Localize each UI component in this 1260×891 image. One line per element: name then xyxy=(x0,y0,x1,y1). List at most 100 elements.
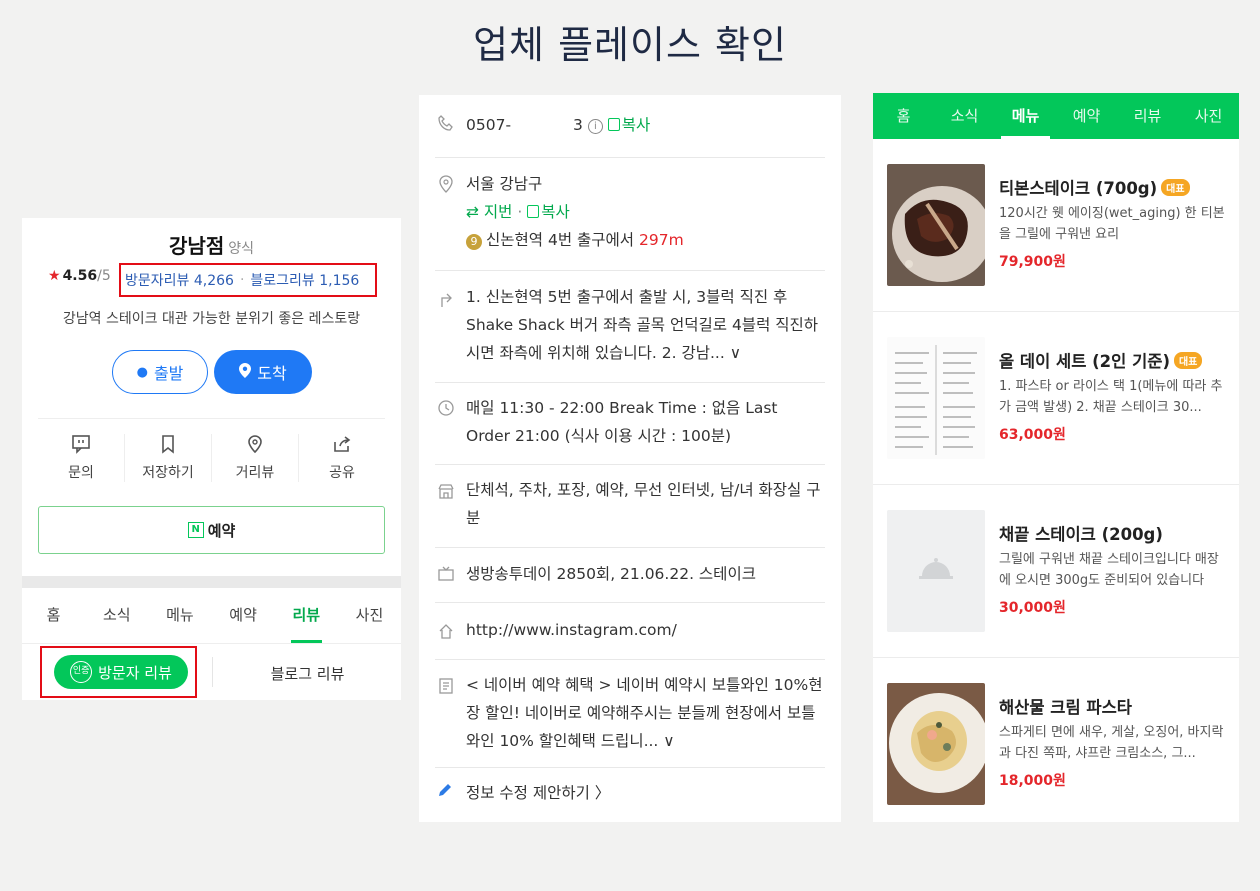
tab-photos[interactable]: 사진 xyxy=(338,588,401,643)
star-icon: ★ xyxy=(48,268,61,284)
metro-distance: 297m xyxy=(639,231,684,249)
visitor-review-link[interactable]: 방문자리뷰 4,266 xyxy=(125,270,234,290)
blog-review-tab[interactable]: 블로그 리뷰 xyxy=(214,663,401,684)
separator: · xyxy=(239,272,245,288)
menu-price: 79,900원 xyxy=(999,254,1066,270)
menu-name: 올 데이 세트 (2인 기준) 대표 xyxy=(999,348,1203,372)
tab-reservation[interactable]: 예약 xyxy=(212,588,275,643)
signature-badge: 대표 xyxy=(1161,179,1190,196)
menu-photo-placeholder xyxy=(887,510,985,632)
tab-menu[interactable]: 메뉴 xyxy=(995,93,1056,139)
copy-icon xyxy=(607,118,620,131)
page-title: 업체 플레이스 확인 xyxy=(473,23,787,67)
menu-panel: 홈 소식 메뉴 예약 리뷰 사진 티본스테이크 (700g) 대표 120시간 웻… xyxy=(873,93,1239,822)
masked-digits xyxy=(511,115,574,136)
tab-reservation[interactable]: 예약 xyxy=(1056,93,1117,139)
copy-address-button[interactable]: 복사 xyxy=(527,203,570,221)
facilities-text: 단체석, 주차, 포장, 예약, 무선 인터넷, 남/녀 화장실 구분 xyxy=(466,481,821,527)
reserve-button[interactable]: N 예약 xyxy=(38,506,385,554)
depart-button[interactable]: ● 출발 xyxy=(112,350,208,394)
facilities-row: 단체석, 주차, 포장, 예약, 무선 인터넷, 남/녀 화장실 구분 xyxy=(435,465,825,548)
menu-name: 해산물 크림 파스타 xyxy=(999,698,1132,717)
certified-icon: 인증 xyxy=(70,661,93,683)
place-description: 강남역 스테이크 대관 가능한 분위기 좋은 레스토랑 xyxy=(62,311,361,327)
menu-description: 스파게티 면에 새우, 게살, 오징어, 바지락과 다진 쪽파, 샤프란 크림소… xyxy=(999,725,1224,761)
inquiry-button[interactable]: 문의 xyxy=(38,434,124,482)
copy-label: 복사 xyxy=(541,203,570,221)
tab-reviews[interactable]: 리뷰 xyxy=(275,588,338,643)
tv-text: 생방송투데이 2850회, 21.06.22. 스테이크 xyxy=(466,565,756,583)
store-icon xyxy=(437,483,455,503)
share-button[interactable]: 공유 xyxy=(298,434,385,482)
tab-menu[interactable]: 메뉴 xyxy=(148,588,211,643)
action-label: 문의 xyxy=(68,465,94,481)
street-view-button[interactable]: 거리뷰 xyxy=(211,434,298,482)
blog-review-link[interactable]: 블로그리뷰 1,156 xyxy=(250,270,359,290)
menu-price: 63,000원 xyxy=(999,427,1066,443)
metro-text: 신논현역 4번 출구에서 xyxy=(486,231,635,249)
metro-line-badge: 9 xyxy=(466,234,482,250)
place-header: 강남점 양식 xyxy=(22,218,401,258)
location-pin-icon xyxy=(239,362,252,382)
place-category: 양식 xyxy=(228,241,254,257)
phone-number-end: 3 xyxy=(573,116,583,134)
action-label: 공유 xyxy=(329,465,355,481)
menu-description: 그릴에 구워낸 채끝 스테이크입니다 매장에 오시면 300g도 준비되어 있습… xyxy=(999,552,1219,588)
menu-name-text: 티본스테이크 (700g) xyxy=(999,179,1158,198)
phone-number[interactable]: 0507- xyxy=(466,116,511,134)
phone-icon xyxy=(437,115,455,135)
tv-icon xyxy=(437,566,455,586)
menu-photo-seafood-pasta xyxy=(887,683,985,805)
arrive-button[interactable]: 도착 xyxy=(214,350,312,394)
chat-icon xyxy=(38,434,124,456)
directions-text[interactable]: 1. 신논현역 5번 출구에서 출발 시, 3블럭 직진 후 Shake Sha… xyxy=(466,283,825,367)
pencil-icon xyxy=(437,784,458,802)
review-subtabs: 인증 방문자 리뷰 블로그 리뷰 xyxy=(22,645,401,700)
rating-max: /5 xyxy=(97,268,111,284)
tab-home[interactable]: 홈 xyxy=(873,93,934,139)
origin-dot-icon: ● xyxy=(136,364,148,380)
menu-photo-tbone xyxy=(887,164,985,286)
place-summary-panel: 강남점 양식 ★ 4.56/5 방문자리뷰 4,266 · 블로그리뷰 1,156… xyxy=(22,218,401,700)
phone-line: 0507- 3 i 복사 xyxy=(466,111,825,139)
tab-news[interactable]: 소식 xyxy=(934,93,995,139)
info-icon[interactable]: i xyxy=(587,119,603,134)
copy-phone-button[interactable]: 복사 xyxy=(607,116,650,134)
divider xyxy=(212,657,213,687)
notice-icon xyxy=(437,678,455,698)
menu-item[interactable]: 티본스테이크 (700g) 대표 120시간 웻 에이징(wet_aging) 한… xyxy=(873,139,1239,312)
naver-n-icon: N xyxy=(187,522,204,538)
visitor-review-tab-label: 방문자 리뷰 xyxy=(98,663,172,682)
rating: ★ 4.56/5 xyxy=(48,268,111,284)
tab-news[interactable]: 소식 xyxy=(85,588,148,643)
tv-row: 생방송투데이 2850회, 21.06.22. 스테이크 xyxy=(435,548,825,603)
phone-row: 0507- 3 i 복사 xyxy=(435,95,825,158)
address-block: 서울 강남구 ⇄ 지번 · 복사 9 신논현역 4번 출구에서 297m xyxy=(466,170,825,254)
bookmark-icon xyxy=(125,434,211,456)
suggest-edit-link[interactable]: 정보 수정 제안하기 〉 xyxy=(437,781,610,803)
tab-reviews[interactable]: 리뷰 xyxy=(1117,93,1178,139)
address-text: 서울 강남구 xyxy=(466,175,543,193)
address-row: 서울 강남구 ⇄ 지번 · 복사 9 신논현역 4번 출구에서 297m xyxy=(435,158,825,271)
menu-name: 티본스테이크 (700g) 대표 xyxy=(999,175,1190,199)
cloche-icon xyxy=(887,510,985,632)
signature-badge: 대표 xyxy=(1173,352,1203,369)
promo-text[interactable]: < 네이버 예약 혜택 > 네이버 예약시 보틀와인 10%현장 할인! 네이버… xyxy=(466,671,825,755)
clock-icon xyxy=(437,400,455,420)
address-actions: ⇄ 지번 · 복사 xyxy=(466,198,825,226)
section-gap xyxy=(22,576,401,588)
place-tabs: 홈 소식 메뉴 예약 리뷰 사진 xyxy=(22,588,401,644)
menu-name-text: 올 데이 세트 (2인 기준) xyxy=(999,352,1170,371)
tab-photos[interactable]: 사진 xyxy=(1178,93,1239,139)
jibun-toggle[interactable]: ⇄ 지번 xyxy=(466,203,512,221)
menu-item[interactable]: 올 데이 세트 (2인 기준) 대표 1. 파스타 or 라이스 택 1(메뉴에 … xyxy=(873,312,1239,485)
menu-item[interactable]: 해산물 크림 파스타 스파게티 면에 새우, 게살, 오징어, 바지락과 다진 … xyxy=(873,658,1239,822)
menu-photo-set-menu-card xyxy=(887,337,985,459)
save-button[interactable]: 저장하기 xyxy=(124,434,211,482)
directions-row: 1. 신논현역 5번 출구에서 출발 시, 3블럭 직진 후 Shake Sha… xyxy=(435,271,825,383)
tab-home[interactable]: 홈 xyxy=(22,588,85,643)
visitor-review-tab[interactable]: 인증 방문자 리뷰 xyxy=(54,655,188,689)
menu-item[interactable]: 채끝 스테이크 (200g) 그릴에 구워낸 채끝 스테이크입니다 매장에 오시… xyxy=(873,485,1239,658)
menu-description: 1. 파스타 or 라이스 택 1(메뉴에 따라 추가 금액 발생) 2. 채끝… xyxy=(999,379,1223,415)
website-link[interactable]: http://www.instagram.com/ xyxy=(466,616,825,644)
